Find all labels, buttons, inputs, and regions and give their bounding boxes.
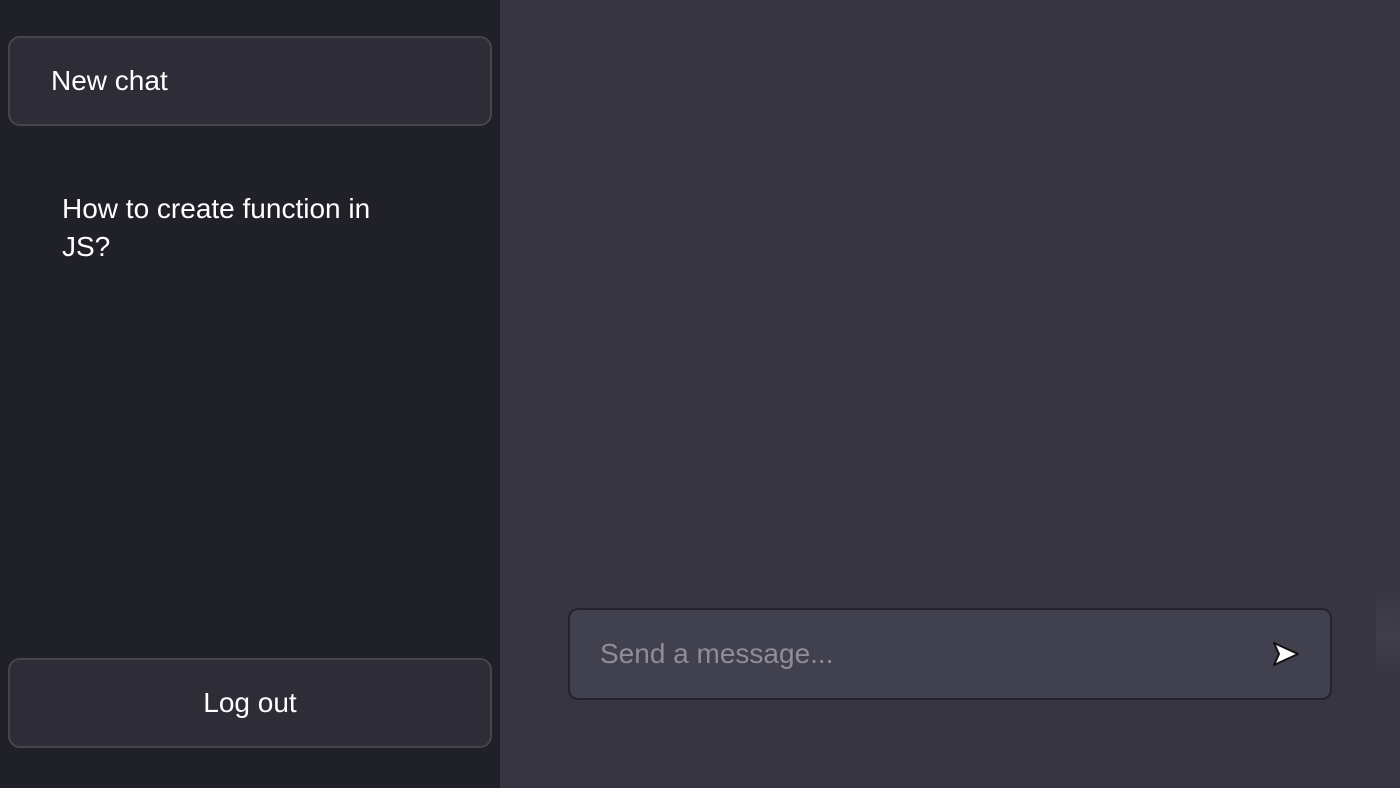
message-composer xyxy=(568,608,1332,700)
send-arrow-icon xyxy=(1273,642,1299,666)
chat-history-list: How to create function in JS? xyxy=(62,190,402,266)
new-chat-label: New chat xyxy=(51,65,168,96)
history-item[interactable]: How to create function in JS? xyxy=(62,190,402,266)
logout-button[interactable]: Log out xyxy=(8,658,492,748)
new-chat-button[interactable]: New chat xyxy=(8,36,492,126)
chat-main-area xyxy=(500,0,1400,788)
logout-label: Log out xyxy=(203,687,297,718)
scroll-edge-shadow xyxy=(1376,590,1400,680)
message-input[interactable] xyxy=(570,610,1256,698)
history-item-title: How to create function in JS? xyxy=(62,193,371,262)
send-button[interactable] xyxy=(1256,624,1316,684)
sidebar: New chat How to create function in JS? L… xyxy=(0,0,500,788)
